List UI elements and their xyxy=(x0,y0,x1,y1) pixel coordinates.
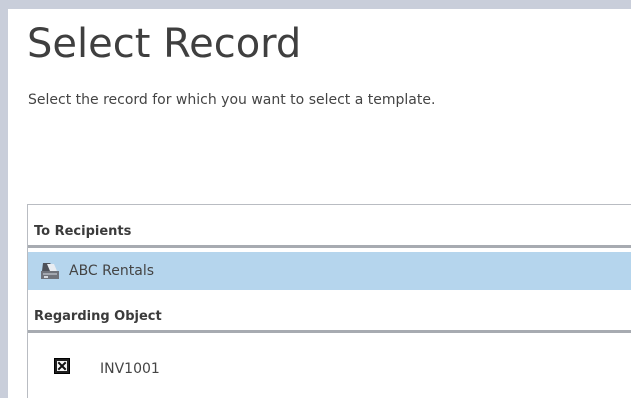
to-recipients-header-label: To Recipients xyxy=(34,224,132,239)
to-recipients-group-header: To Recipients xyxy=(28,215,631,248)
account-icon xyxy=(41,263,59,279)
recipient-row-abc-rentals[interactable]: ABC Rentals xyxy=(28,252,631,290)
regarding-object-group-header: Regarding Object xyxy=(28,300,631,333)
select-record-dialog: Select Record Select the record for whic… xyxy=(8,9,631,398)
regarding-object-label: INV1001 xyxy=(100,361,160,377)
record-list: To Recipients ABC Rentals Regarding Obje… xyxy=(27,204,631,398)
recipient-label: ABC Rentals xyxy=(69,263,154,279)
invoice-record-icon xyxy=(54,358,70,374)
regarding-object-header-label: Regarding Object xyxy=(34,309,162,324)
page-title: Select Record xyxy=(27,21,302,67)
page-subtitle: Select the record for which you want to … xyxy=(28,92,436,108)
regarding-row-inv1001[interactable]: INV1001 xyxy=(28,350,631,388)
